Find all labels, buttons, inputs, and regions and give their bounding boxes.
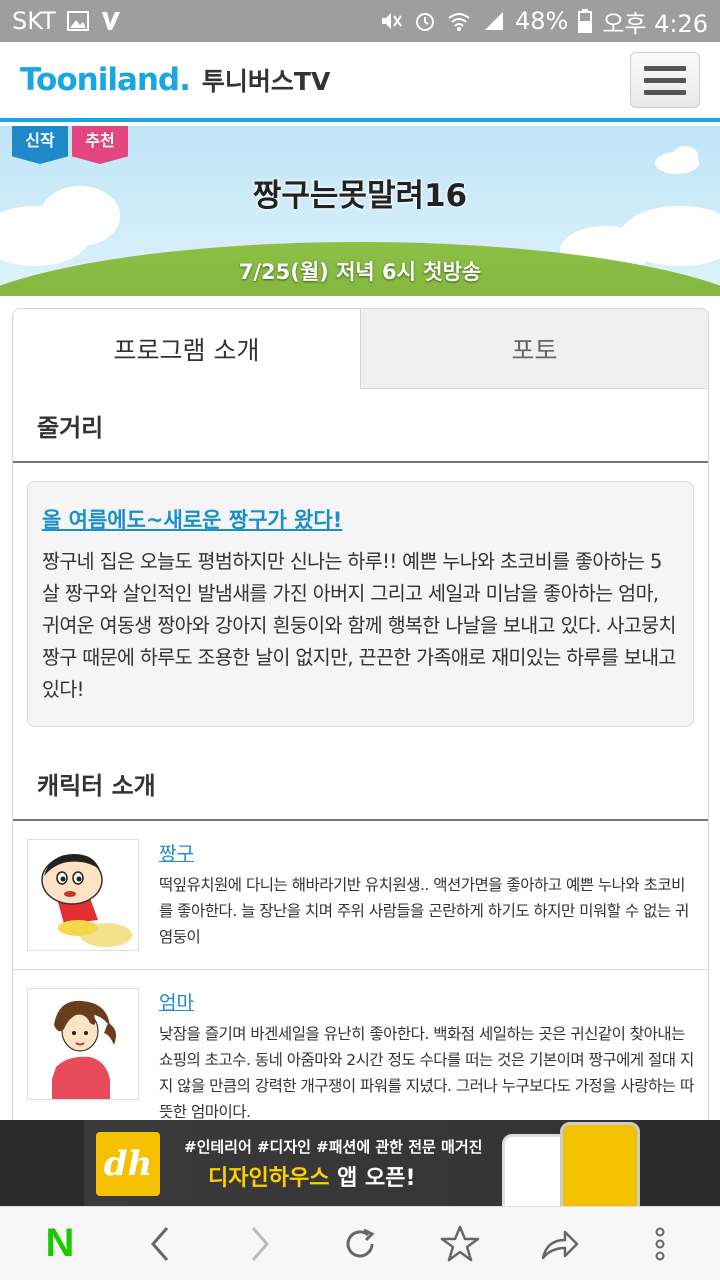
menu-icon-bar	[644, 77, 686, 83]
tag-new: 신작	[12, 126, 68, 164]
synopsis-box: 올 여름에도~새로운 짱구가 왔다! 짱구네 집은 오늘도 평범하지만 신나는 …	[27, 481, 694, 727]
character-description: 낮잠을 즐기며 바겐세일을 유난히 좋아한다. 백화점 세일하는 곳은 귀신같이…	[159, 1025, 694, 1121]
menu-icon-bar	[644, 65, 686, 71]
program-title: 짱구는못말려16	[252, 178, 468, 214]
mute-icon	[381, 13, 402, 29]
chevron-right-icon	[251, 1226, 269, 1261]
image-icon	[66, 11, 89, 31]
shinchan-illustration	[28, 840, 138, 950]
clock: 오후 4:26	[602, 9, 708, 38]
hamburger-menu-button[interactable]	[630, 52, 700, 108]
ad-headline-rest: 앱 오픈!	[329, 1166, 416, 1191]
carrier-label: SKT	[12, 7, 56, 35]
v3-app-icon	[101, 12, 120, 30]
program-content: 프로그램 소개 포토 줄거리 올 여름에도~새로운 짱구가 왔다! 짱구네 집은…	[12, 308, 709, 1128]
synopsis-body: 짱구네 집은 오늘도 평범하지만 신나는 하루!! 예쁜 누나와 초코비를 좋아…	[42, 550, 676, 701]
cloud	[672, 146, 698, 166]
battery-percent: 48%	[514, 7, 569, 35]
ad-content: dh #인테리어 #디자인 #패션에 관한 전문 매거진 디자인하우스 앱 오픈…	[84, 1120, 640, 1206]
star-icon	[440, 1225, 480, 1261]
site-header: Tooniland. 투니버스TV	[0, 42, 720, 122]
tab-program-intro[interactable]: 프로그램 소개	[13, 309, 361, 389]
refresh-button[interactable]	[325, 1214, 395, 1274]
mom-thumbnail[interactable]	[27, 988, 139, 1100]
status-bar: SKT 48% 오후 4:26	[0, 0, 720, 42]
site-title: 투니버스TV	[201, 67, 331, 96]
bookmark-button[interactable]	[425, 1214, 495, 1274]
tab-bar: 프로그램 소개 포토	[13, 309, 708, 389]
share-icon	[541, 1230, 579, 1259]
back-button[interactable]	[125, 1214, 195, 1274]
character-row[interactable]: 짱구 떡잎유치원에 다니는 해바라기반 유치원생.. 액션가면을 좋아하고 예쁜…	[13, 821, 708, 970]
browser-toolbar: N	[0, 1206, 720, 1280]
ad-tagline: #인테리어 #디자인 #패션에 관한 전문 매거진	[184, 1138, 483, 1156]
mom-illustration	[28, 989, 138, 1099]
tag-recommend: 추천	[72, 126, 128, 164]
tab-photo[interactable]: 포토	[361, 309, 708, 389]
designhouse-logo: dh	[96, 1132, 160, 1196]
refresh-icon	[346, 1228, 375, 1257]
wifi-icon	[448, 13, 470, 31]
chevron-left-icon	[151, 1226, 169, 1261]
character-row[interactable]: 엄마 낮잠을 즐기며 바겐세일을 유난히 좋아한다. 백화점 세일하는 곳은 귀…	[13, 970, 708, 1128]
tooniland-logo[interactable]: Tooniland.	[20, 62, 191, 98]
share-button[interactable]	[525, 1214, 595, 1274]
alarm-icon	[415, 13, 434, 31]
character-name-link[interactable]: 짱구	[159, 839, 694, 866]
phone-mockup	[560, 1122, 640, 1206]
menu-icon-bar	[644, 89, 686, 95]
program-banner[interactable]: 신작 추천 짱구는못말려16 7/25(월) 저녁 6시 첫방송	[0, 126, 720, 296]
ad-banner[interactable]: dh #인테리어 #디자인 #패션에 관한 전문 매거진 디자인하우스 앱 오픈…	[0, 1120, 720, 1206]
ad-brand: 디자인하우스	[208, 1166, 330, 1191]
characters-heading: 캐릭터 소개	[13, 747, 708, 821]
more-vertical-icon	[655, 1227, 665, 1260]
signal-icon	[484, 12, 503, 30]
character-description: 떡잎유치원에 다니는 해바라기반 유치원생.. 액션가면을 좋아하고 예쁜 누나…	[159, 876, 689, 946]
forward-button[interactable]	[225, 1214, 295, 1274]
battery-icon	[578, 9, 593, 33]
synopsis-title-link[interactable]: 올 여름에도~새로운 짱구가 왔다!	[42, 504, 679, 534]
ad-headline: 디자인하우스 앱 오픈!	[208, 1160, 416, 1192]
naver-home-button[interactable]: N	[25, 1214, 95, 1274]
shinchan-thumbnail[interactable]	[27, 839, 139, 951]
more-options-button[interactable]	[625, 1214, 695, 1274]
character-name-link[interactable]: 엄마	[159, 988, 694, 1015]
phone-mockup	[502, 1134, 568, 1206]
airdate: 7/25(월) 저녁 6시 첫방송	[238, 260, 482, 284]
naver-icon: N	[45, 1221, 75, 1265]
synopsis-heading: 줄거리	[13, 389, 708, 463]
